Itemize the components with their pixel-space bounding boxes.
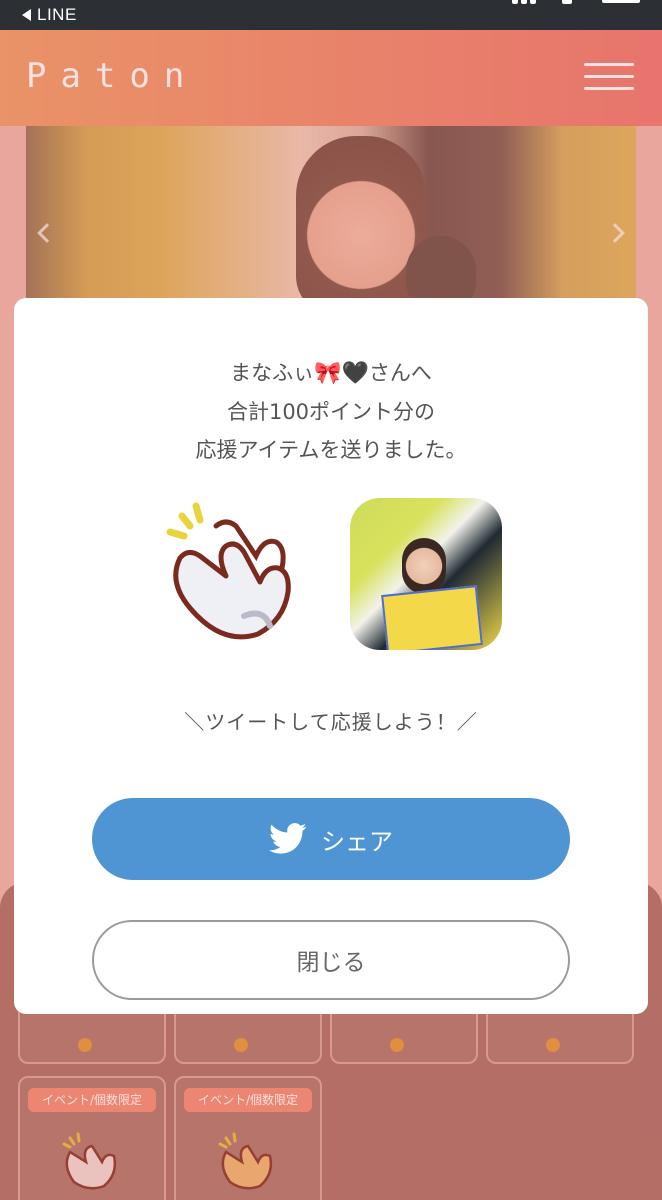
support-sent-dialog: まなふぃ🎀🖤さんへ 合計100ポイント分の 応援アイテムを送りました。 ＼ツイー… — [14, 298, 648, 1014]
recipient-name: まなふぃ — [230, 361, 315, 385]
points-line: 合計100ポイント分の — [226, 400, 436, 424]
clap-icon — [166, 502, 291, 640]
tweet-prompt: ＼ツイートして応援しよう！／ — [184, 710, 478, 734]
sent-line: 応援アイテムを送りました。 — [195, 438, 467, 462]
twitter-bird-icon — [269, 823, 307, 854]
back-arrow-icon — [22, 9, 31, 21]
share-label: シェア — [321, 827, 393, 856]
recipient-emoji: 🎀🖤 — [314, 361, 369, 386]
signal-battery-indicators — [512, 0, 642, 6]
recipient-suffix: さんへ — [368, 361, 432, 385]
close-button[interactable]: 閉じる — [92, 920, 570, 1000]
confirmation-message: まなふぃ🎀🖤さんへ 合計100ポイント分の 応援アイテムを送りました。 — [14, 354, 648, 469]
close-label: 閉じる — [296, 950, 366, 976]
recipient-photo — [350, 498, 502, 650]
back-label: LINE — [37, 5, 77, 24]
back-to-line[interactable]: LINE — [22, 5, 77, 25]
twitter-share-button[interactable]: シェア — [92, 798, 570, 880]
status-bar: LINE — [0, 0, 662, 30]
